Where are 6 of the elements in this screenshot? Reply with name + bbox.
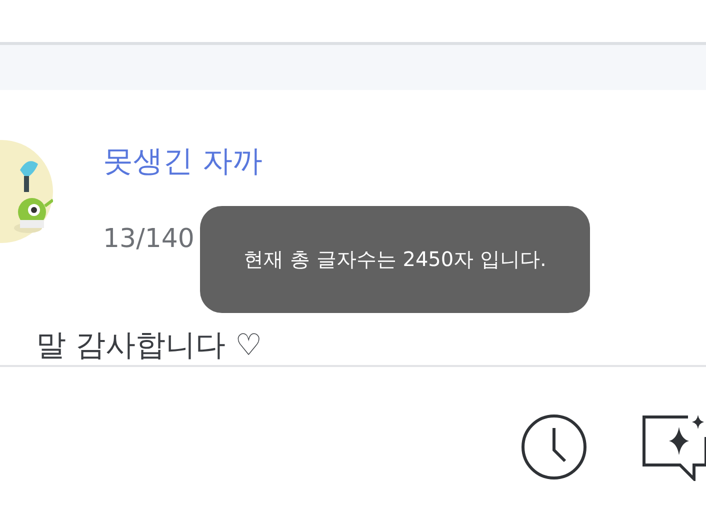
comment-text: 말 감사합니다 ♡ (35, 330, 263, 362)
sparkle-chat-icon[interactable] (642, 413, 706, 481)
author-name: 못생긴 자까 (103, 144, 263, 180)
character-counter: 13/140 (103, 224, 196, 254)
toast-message: 현재 총 글자수는 2450자 입니다. (200, 206, 590, 313)
clock-icon[interactable] (520, 413, 588, 481)
